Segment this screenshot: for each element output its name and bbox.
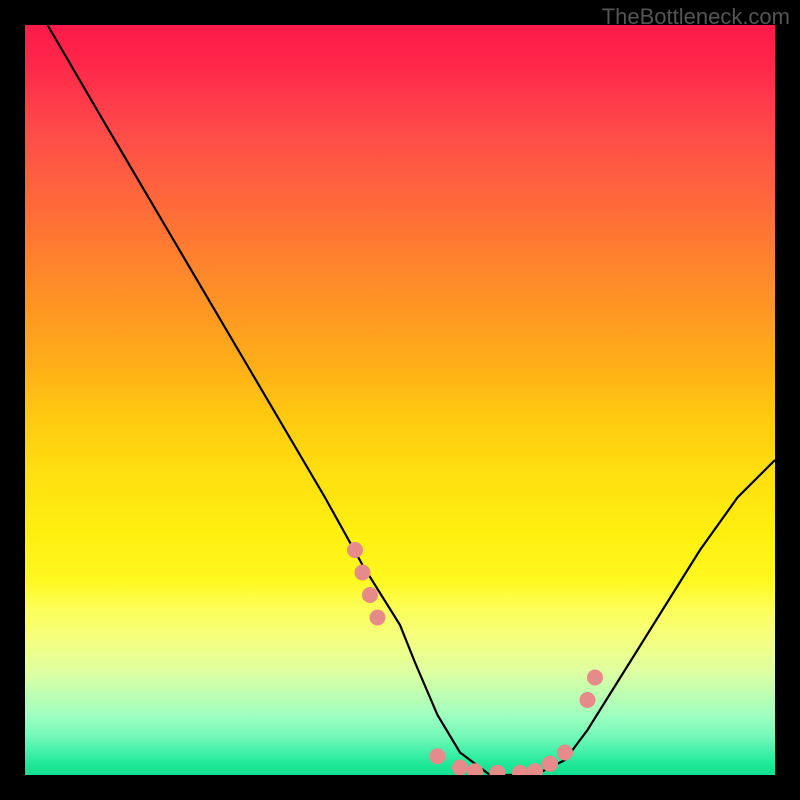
data-dot — [527, 763, 543, 775]
data-dot — [362, 587, 378, 603]
data-dot — [370, 610, 386, 626]
data-dot — [355, 565, 371, 581]
curve-line — [48, 25, 776, 775]
chart-svg — [25, 25, 775, 775]
watermark-text: TheBottleneck.com — [602, 4, 790, 30]
data-dot — [587, 670, 603, 686]
data-dot — [542, 756, 558, 772]
data-dot — [430, 748, 446, 764]
data-dot — [557, 745, 573, 761]
data-dot — [467, 763, 483, 775]
data-dot — [452, 760, 468, 776]
data-dots — [347, 542, 603, 775]
data-dot — [490, 765, 506, 775]
data-dot — [512, 765, 528, 775]
chart-plot-area — [25, 25, 775, 775]
data-dot — [580, 692, 596, 708]
data-dot — [347, 542, 363, 558]
